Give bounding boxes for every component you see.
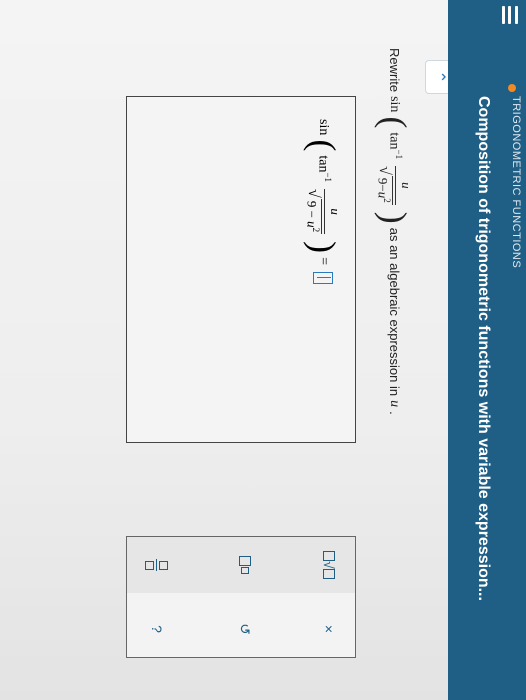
fraction-icon[interactable] — [141, 549, 173, 581]
chevron-up-icon: ⌃ — [430, 70, 447, 84]
header-bar: TRIGONOMETRIC FUNCTIONS Composition of t… — [448, 0, 526, 700]
prompt-denominator: √ 9−u2 — [374, 166, 396, 205]
answer-denominator: √ 9 − u2 — [303, 189, 325, 235]
collapse-button[interactable]: ⌃ — [425, 60, 448, 94]
sqrt-sign: √ — [375, 166, 393, 175]
answer-box[interactable]: sin ( tan−1 u √ 9 − u2 ) = — [126, 96, 356, 443]
prompt-tail-var: u — [387, 400, 403, 408]
superscript-icon[interactable] — [229, 549, 261, 581]
answer-tan: tan−1 — [315, 155, 333, 183]
prompt-sin: sin — [387, 96, 403, 113]
sqrt-icon[interactable]: √ — [313, 549, 345, 581]
topic-dot-icon — [508, 84, 516, 92]
problem-prompt: Rewrite sin ( tan−1 u √ 9−u2 ) as an alg… — [374, 48, 415, 415]
prompt-tail: as an algebraic expression in — [386, 227, 402, 397]
answer-equals: = — [316, 257, 332, 266]
answer-sin: sin — [316, 119, 332, 136]
prompt-paren-close: ) — [374, 211, 415, 224]
undo-icon[interactable]: ↺ — [229, 613, 261, 645]
help-icon[interactable]: ? — [141, 613, 173, 645]
answer-numerator: u — [328, 208, 343, 215]
answer-fraction: u √ 9 − u2 — [303, 189, 343, 235]
prompt-tan: tan−1 — [386, 132, 404, 160]
answer-expression: sin ( tan−1 u √ 9 − u2 ) = — [303, 119, 344, 285]
prompt-lead: Rewrite — [386, 48, 402, 93]
prompt-numerator: u — [399, 182, 414, 189]
clear-icon[interactable]: × — [313, 613, 345, 645]
answer-input[interactable] — [313, 272, 334, 285]
answer-paren-open: ( — [303, 139, 344, 152]
prompt-paren-open: ( — [374, 116, 415, 129]
screen: TRIGONOMETRIC FUNCTIONS Composition of t… — [0, 0, 526, 700]
prompt-fraction: u √ 9−u2 — [374, 166, 414, 205]
topic-label: TRIGONOMETRIC FUNCTIONS — [510, 96, 522, 269]
math-keypad: √ × ↺ ? — [126, 536, 356, 658]
page-title: Composition of trigonometric functions w… — [475, 96, 492, 601]
answer-paren-close: ) — [303, 241, 344, 254]
menu-icon[interactable] — [502, 6, 518, 24]
